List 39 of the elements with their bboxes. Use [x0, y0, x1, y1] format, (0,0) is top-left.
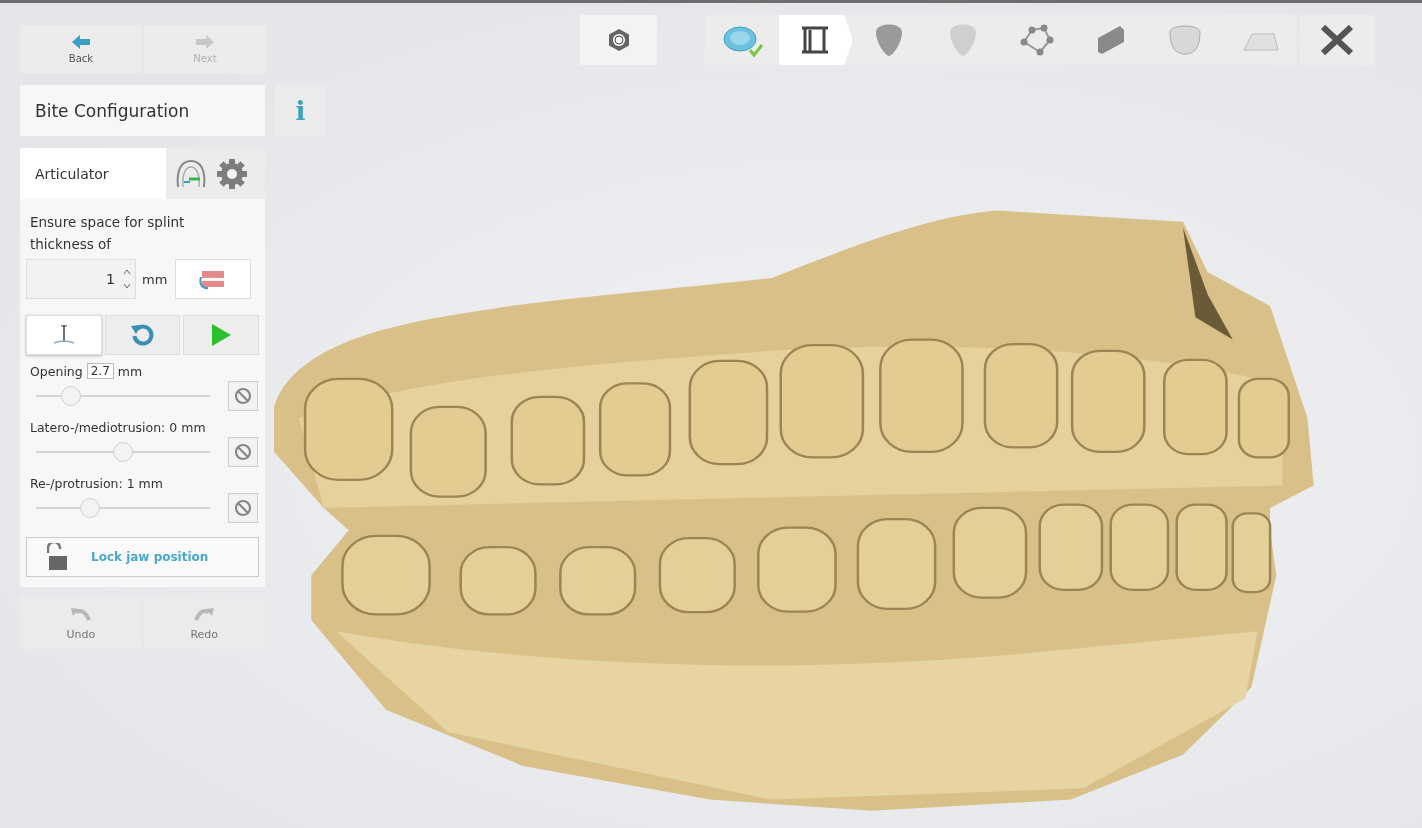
slider-thumb[interactable] — [113, 442, 133, 462]
slider-label: Latero-/mediotrusion: 0 mm — [30, 419, 206, 435]
pin-tool-button[interactable] — [26, 315, 102, 355]
undo-icon — [69, 605, 92, 622]
back-button[interactable]: Back — [20, 25, 142, 73]
arrow-icon — [196, 34, 214, 49]
info-button[interactable]: i — [275, 85, 326, 136]
close-button[interactable] — [1299, 15, 1375, 65]
panel-title: Bite Configuration — [20, 85, 265, 136]
hex-nut-icon — [606, 28, 631, 52]
slider-label: Re-/protrusion: 1 mm — [30, 475, 163, 491]
close-icon — [1319, 24, 1355, 56]
slider-thumb[interactable] — [79, 498, 100, 518]
rotate-icon — [129, 322, 156, 348]
play-icon — [210, 323, 233, 347]
arrow-icon — [72, 34, 90, 49]
slider-label: Opening — [30, 363, 83, 379]
articulator-tab[interactable]: Articulator — [20, 148, 166, 199]
disable-button[interactable] — [228, 381, 258, 411]
splint-label: Ensure space for splint thickness of — [29, 213, 186, 254]
disable-button[interactable] — [228, 493, 258, 523]
disable-button[interactable] — [228, 437, 258, 467]
redo-icon — [193, 605, 216, 622]
jaws-button[interactable] — [175, 259, 252, 299]
prohibited-icon — [234, 499, 252, 517]
play-button[interactable] — [183, 315, 259, 355]
opening-value-field[interactable]: 2.7 — [86, 363, 114, 379]
unit-label: mm — [117, 363, 143, 379]
dental-arch-icon[interactable] — [174, 158, 208, 189]
prohibited-icon — [234, 443, 252, 461]
reset-button[interactable] — [104, 315, 181, 355]
settings-icon[interactable] — [216, 157, 248, 190]
unit-label: mm — [142, 271, 168, 287]
lock-jaw-button[interactable]: Lock jaw position — [26, 537, 259, 577]
hex-nut-button[interactable] — [580, 15, 657, 65]
prohibited-icon — [234, 387, 252, 405]
slider-thumb[interactable] — [60, 386, 81, 406]
workflow-step[interactable] — [779, 15, 853, 65]
thickness-spinbox[interactable]: 1 — [26, 259, 136, 299]
